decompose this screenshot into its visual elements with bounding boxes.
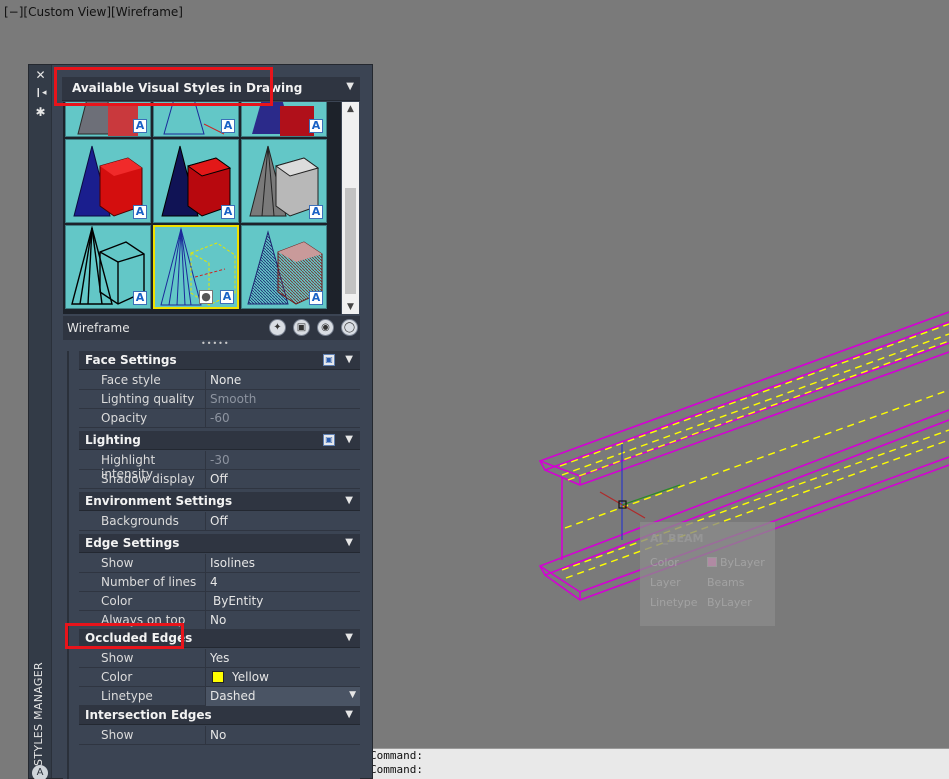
prop-row-edge-color[interactable]: Color ByEntity [79, 592, 360, 611]
gallery-scrollbar[interactable]: ▲ ▼ [342, 102, 359, 314]
current-style-name: Wireframe [67, 321, 130, 335]
chevron-down-icon[interactable]: ▼ [345, 709, 353, 720]
yellow-color-swatch-icon [212, 671, 224, 683]
object-tooltip: AI_BEAM Color ByLayer Layer Beams Linety… [640, 522, 775, 626]
visual-style-thumbnail[interactable]: A [65, 102, 151, 137]
prop-row-intersection-show[interactable]: Show No [79, 726, 360, 745]
section-environment-settings[interactable]: Environment Settings ▼ [79, 492, 360, 511]
prop-row-occluded-show[interactable]: Show Yes [79, 649, 360, 668]
lighting-toggle-icon[interactable]: ▣ [323, 434, 335, 446]
prop-row-edge-show[interactable]: Show Isolines [79, 554, 360, 573]
autodesk-badge-icon: A [221, 119, 235, 133]
scroll-down-icon[interactable]: ▼ [342, 300, 359, 314]
properties-icon[interactable]: ✱ [33, 105, 48, 120]
scroll-up-icon[interactable]: ▲ [342, 102, 359, 116]
visual-style-thumbnail[interactable]: A [241, 139, 327, 223]
section-edge-settings[interactable]: Edge Settings ▼ [79, 534, 360, 553]
prop-row-highlight-intensity[interactable]: Highlight intensity -30 [79, 451, 360, 481]
color-swatch-icon [707, 557, 717, 567]
autodesk-badge-icon: A [133, 205, 147, 219]
apply-to-viewport-icon[interactable]: ▣ [293, 319, 310, 336]
chevron-down-icon[interactable]: ▼ [345, 537, 353, 548]
close-icon[interactable]: ✕ [33, 68, 48, 83]
chevron-down-icon[interactable]: ▼ [345, 434, 353, 445]
command-history-line: Command: [370, 749, 423, 762]
prop-row-number-of-lines[interactable]: Number of lines 4 [79, 573, 360, 592]
autodesk-logo-icon: A [32, 765, 48, 779]
tooltip-title: AI_BEAM [650, 532, 704, 545]
autodesk-badge-icon: A [309, 119, 323, 133]
delete-visual-style-icon[interactable]: ◯ [341, 319, 358, 336]
autodesk-badge-icon: A [309, 205, 323, 219]
prop-row-occluded-color[interactable]: Color Yellow [79, 668, 360, 687]
visual-style-thumbnail[interactable]: A [241, 225, 327, 309]
prop-row-face-style[interactable]: Face style None [79, 371, 360, 390]
prop-row-occluded-linetype[interactable]: Linetype Dashed ▼ [79, 687, 360, 706]
current-style-bar: Wireframe ✦ ▣ ◉ ◯ [63, 316, 360, 340]
visual-style-thumbnail[interactable]: A [153, 139, 239, 223]
palette-title: VISUAL STYLES MANAGER [32, 662, 45, 779]
face-settings-toggle-icon[interactable]: ▣ [323, 354, 335, 366]
visual-styles-gallery[interactable]: A A A A A A A A ● A [63, 102, 341, 314]
chevron-down-icon[interactable]: ▼ [345, 495, 353, 506]
section-lighting[interactable]: Lighting ▣ ▼ [79, 431, 360, 450]
linetype-dropdown[interactable]: Dashed ▼ [205, 687, 360, 706]
chevron-down-icon[interactable]: ▼ [349, 690, 356, 700]
autodesk-badge-icon: A [133, 119, 147, 133]
prop-row-backgrounds[interactable]: Backgrounds Off [79, 512, 360, 531]
autodesk-badge-icon: A [221, 205, 235, 219]
splitter-grip-icon[interactable]: ••••• [201, 340, 229, 348]
export-to-palette-icon[interactable]: ◉ [317, 319, 334, 336]
command-history-line: Command: [370, 763, 423, 776]
visual-styles-manager-palette[interactable]: ✕ ❙◂ ✱ VISUAL STYLES MANAGER A Available… [28, 64, 373, 779]
current-viewport-indicator-icon: ● [199, 290, 213, 304]
visual-style-thumbnail-wireframe[interactable]: A ● [153, 225, 239, 309]
create-visual-style-icon[interactable]: ✦ [269, 319, 286, 336]
autodesk-badge-icon: A [133, 291, 147, 305]
visual-style-thumbnail[interactable]: A [153, 102, 239, 137]
prop-row-lighting-quality[interactable]: Lighting quality Smooth [79, 390, 360, 409]
prop-row-always-on-top[interactable]: Always on top No [79, 611, 360, 630]
chevron-down-icon[interactable]: ▼ [345, 354, 353, 365]
gallery-section-title: Available Visual Styles in Drawing [72, 81, 303, 95]
visual-style-properties[interactable]: Face Settings ▣ ▼ Face style None Lighti… [63, 351, 360, 779]
autodesk-badge-icon: A [220, 290, 234, 304]
visual-style-thumbnail[interactable]: A [65, 225, 151, 309]
autohide-icon[interactable]: ❙◂ [33, 86, 48, 101]
prop-row-opacity[interactable]: Opacity -60 [79, 409, 360, 428]
scrollbar-thumb[interactable] [345, 188, 356, 294]
command-line[interactable]: Command: Command: [370, 748, 949, 779]
palette-title-strip[interactable]: ✕ ❙◂ ✱ VISUAL STYLES MANAGER A [29, 65, 52, 779]
section-occluded-edges[interactable]: Occluded Edges ▼ [79, 629, 360, 648]
chevron-down-icon[interactable]: ▼ [346, 81, 354, 92]
prop-row-shadow-display[interactable]: Shadow display Off [79, 470, 360, 489]
visual-style-thumbnail[interactable]: A [65, 139, 151, 223]
autodesk-badge-icon: A [309, 291, 323, 305]
visual-style-thumbnail[interactable]: A [241, 102, 327, 137]
section-face-settings[interactable]: Face Settings ▣ ▼ [79, 351, 360, 370]
chevron-down-icon[interactable]: ▼ [345, 632, 353, 643]
gallery-section-header[interactable]: Available Visual Styles in Drawing ▼ [62, 77, 360, 101]
section-intersection-edges[interactable]: Intersection Edges ▼ [79, 706, 360, 725]
